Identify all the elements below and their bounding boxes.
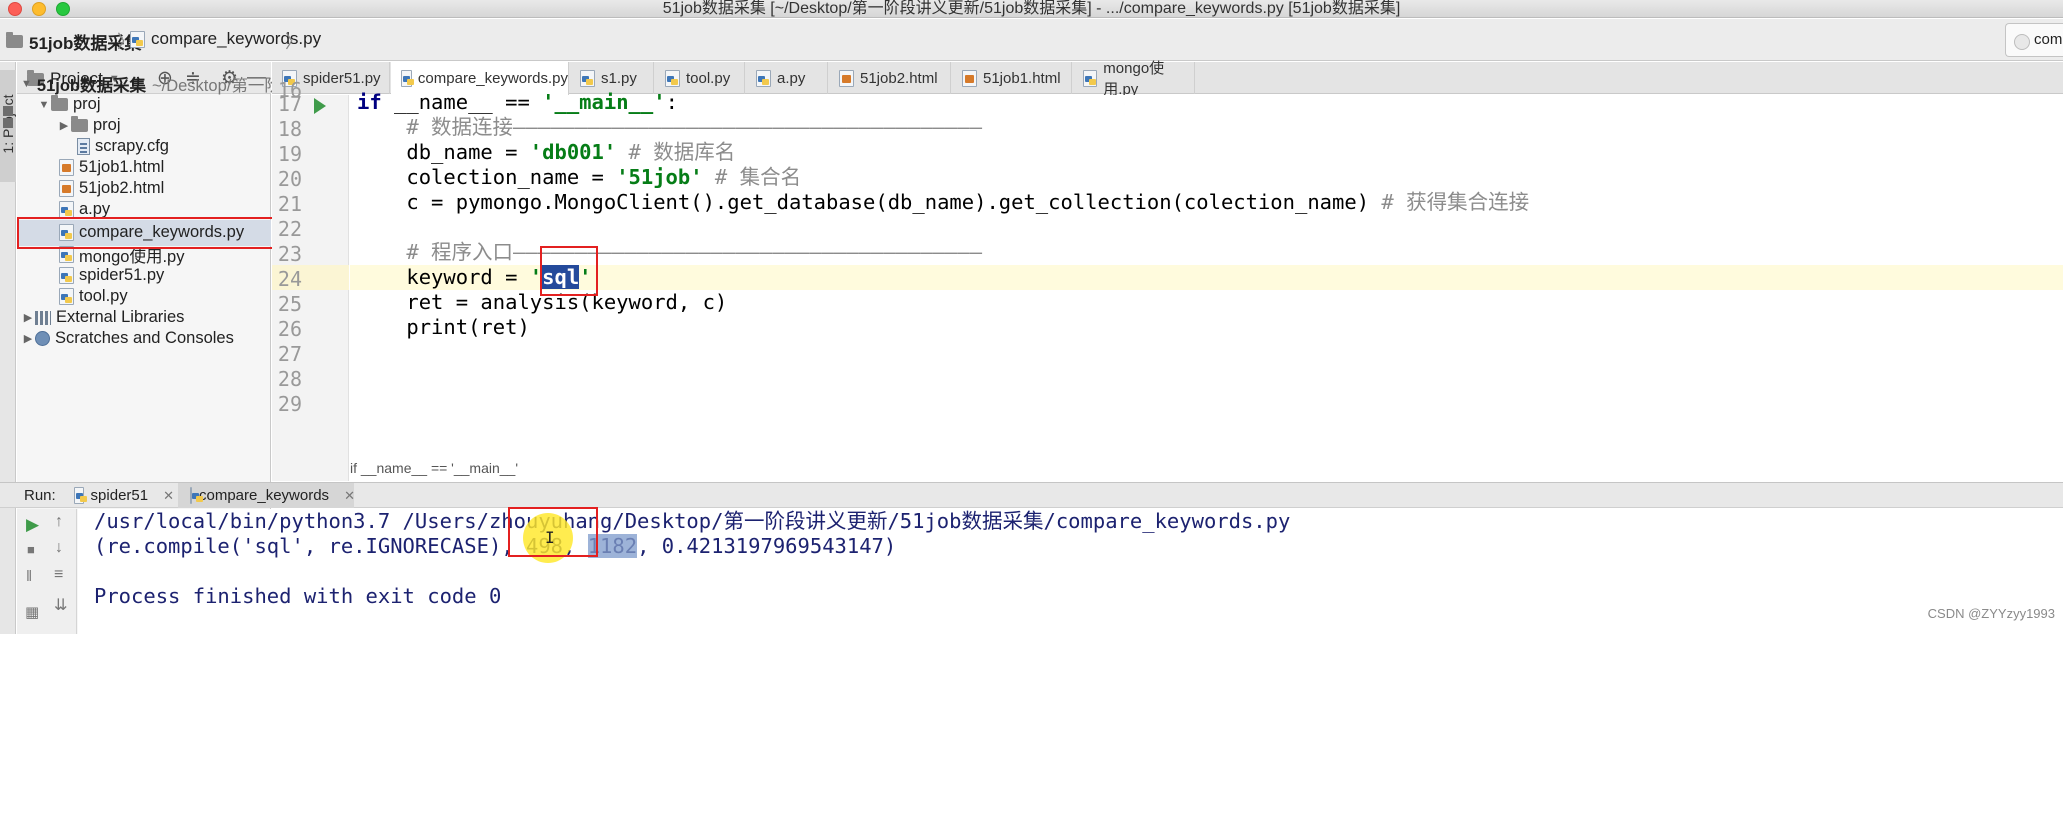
blank-area (0, 634, 2063, 826)
soft-wrap-icon[interactable]: ≡ (54, 566, 63, 584)
run-configuration-selector[interactable]: compo (2005, 23, 2063, 57)
python-file-icon (130, 30, 145, 48)
stop-icon[interactable]: ■ (27, 542, 35, 557)
code-line-17: if __name__ == '__main__': (357, 90, 678, 114)
tree-item-external-libraries[interactable]: ▶ External Libraries (17, 307, 271, 328)
code-line-26: print(ret) (357, 315, 530, 339)
config-file-icon (77, 138, 90, 155)
html-file-icon (962, 69, 977, 87)
navigation-bar: 51job数据采集 〉 compare_keywords.py 〉 compo (0, 19, 2063, 61)
python-file-icon (190, 487, 203, 504)
console-line-result: (re.compile('sql', re.IGNORECASE), 498, … (94, 534, 897, 558)
python-file-icon (401, 70, 414, 87)
tree-item-tool-py[interactable]: tool.py (17, 286, 271, 307)
editor-gutter: 16 17 18 19 20 21 22 23 24 25 26 27 28 2… (272, 78, 349, 481)
run-tab-spider51[interactable]: spider51 ✕ (62, 483, 174, 508)
run-gutter-icon[interactable] (314, 98, 326, 114)
code-editor[interactable]: if __name__ == '__main__': # 数据连接———————… (350, 90, 2063, 481)
chevron-right-icon: 〉 (285, 32, 303, 52)
structure-icon (3, 118, 13, 128)
window-title: 51job数据采集 [~/Desktop/第一阶段讲义更新/51job数据采集]… (662, 0, 1401, 17)
watermark: CSDN @ZYYzyy1993 (1927, 606, 2055, 621)
line-number: 21 (277, 192, 302, 216)
line-number: 23 (277, 242, 302, 266)
close-icon[interactable]: ✕ (163, 488, 174, 504)
library-icon (35, 310, 51, 325)
folder-icon (51, 95, 68, 111)
chevron-down-icon: ▼ (21, 77, 32, 90)
code-line-18: # 数据连接——————————————————————————————————… (357, 115, 983, 139)
line-number: 24 (277, 267, 302, 291)
rerun-icon[interactable]: ▶ (26, 515, 39, 535)
html-file-icon (59, 159, 74, 176)
run-console[interactable]: /usr/local/bin/python3.7 /Users/zhouyuha… (78, 509, 2063, 634)
close-icon[interactable]: ✕ (344, 488, 355, 504)
run-panel-header: Run: spider51 ✕ compare_keywords ✕ (0, 482, 2063, 508)
python-file-icon (665, 69, 680, 87)
line-number: 17 (277, 92, 302, 116)
code-line-23: # 程序入口——————————————————————————————————… (357, 240, 983, 264)
python-file-icon (59, 288, 74, 305)
folder-icon (6, 32, 23, 48)
line-number: 18 (277, 117, 302, 141)
python-file-icon (59, 267, 74, 284)
python-file-icon (756, 69, 771, 87)
highlight-box-selected-file (17, 217, 280, 249)
tree-item-scrapy-cfg[interactable]: scrapy.cfg (17, 136, 271, 157)
tab-51job2-html[interactable]: 51job2.html (829, 62, 951, 94)
run-toolbar: ▶ ↑ ■ ↓ ‖ ≡ ▦ ⇊ (17, 509, 77, 634)
tab-mongo[interactable]: mongo使用.py (1073, 60, 1195, 98)
tree-item-proj-inner[interactable]: ▶ proj (17, 115, 271, 136)
arrow-up-icon[interactable]: ↑ (55, 513, 63, 531)
highlight-box-keyword (540, 246, 598, 296)
html-file-icon (59, 180, 74, 197)
line-number: 22 (277, 217, 302, 241)
pause-icon[interactable]: ‖ (26, 568, 32, 585)
title-bar: 51job数据采集 [~/Desktop/第一阶段讲义更新/51job数据采集]… (0, 0, 2063, 18)
folder-icon (71, 116, 88, 132)
chevron-down-icon: ▼ (38, 98, 50, 111)
line-number: 25 (277, 292, 302, 316)
tree-item-51job2-html[interactable]: 51job2.html (17, 178, 271, 199)
project-icon (3, 106, 13, 116)
arrow-down-icon[interactable]: ↓ (55, 539, 63, 557)
tree-item-proj[interactable]: ▼ proj (17, 94, 271, 115)
highlight-box-result (508, 507, 598, 557)
chevron-right-icon: ▶ (59, 120, 69, 132)
line-number: 28 (277, 367, 302, 391)
run-label: Run: (24, 487, 56, 504)
line-number: 20 (277, 167, 302, 191)
scratches-icon (35, 331, 50, 346)
line-number: 29 (277, 392, 302, 416)
python-file-icon (59, 201, 74, 218)
tree-item-spider51-py[interactable]: spider51.py (17, 265, 271, 286)
layout-icon[interactable]: ▦ (25, 603, 39, 621)
python-file-icon (580, 69, 595, 87)
chevron-right-icon: ▶ (23, 312, 33, 324)
code-line-21: c = pymongo.MongoClient().get_database(d… (357, 190, 1530, 214)
python-file-icon (1083, 69, 1098, 87)
console-line-exit: Process finished with exit code 0 (94, 584, 502, 608)
tab-a[interactable]: a.py (746, 62, 828, 94)
python-file-icon (74, 487, 87, 504)
code-line-19: db_name = 'db001' # 数据库名 (357, 140, 736, 164)
left-tool-strip: 1: Project (0, 62, 16, 634)
console-line-command: /usr/local/bin/python3.7 /Users/zhouyuha… (94, 509, 1291, 533)
html-file-icon (839, 69, 854, 87)
tree-item-51job1-html[interactable]: 51job1.html (17, 157, 271, 178)
line-number: 26 (277, 317, 302, 341)
current-line-highlight (350, 265, 2063, 290)
code-line-20: colection_name = '51job' # 集合名 (357, 165, 802, 189)
tab-51job1-html[interactable]: 51job1.html (952, 62, 1072, 94)
line-number: 27 (277, 342, 302, 366)
editor-breadcrumb[interactable]: if __name__ == '__main__' (350, 460, 518, 476)
scroll-to-end-icon[interactable]: ⇊ (54, 595, 67, 615)
tree-item-project-root[interactable]: ▼ 51job数据采集 ~/Desktop/第一阶 (17, 73, 281, 95)
tree-item-scratches[interactable]: ▶ Scratches and Consoles (17, 328, 271, 349)
chevron-right-icon: ▶ (23, 333, 33, 345)
run-tab-compare-keywords[interactable]: compare_keywords ✕ (178, 483, 355, 508)
line-number: 19 (277, 142, 302, 166)
